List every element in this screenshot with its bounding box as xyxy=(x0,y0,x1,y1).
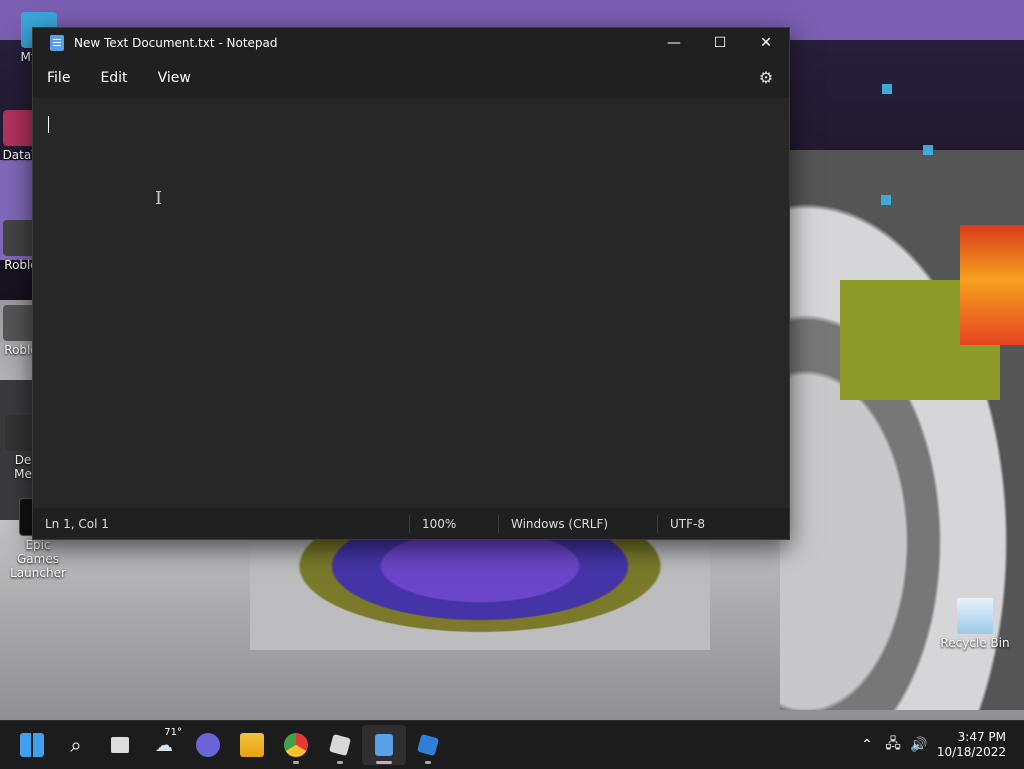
taskbar-clock[interactable]: 3:47 PM 10/18/2022 xyxy=(932,730,1024,760)
notepad-icon xyxy=(50,35,64,51)
menu-bar: File Edit View ⚙ xyxy=(33,58,789,98)
system-tray: ⌃ 🖧 🔊 3:47 PM 10/18/2022 xyxy=(854,721,1024,769)
start-button[interactable] xyxy=(10,725,54,765)
clock-time: 3:47 PM xyxy=(957,730,1006,744)
chrome-icon xyxy=(284,733,308,757)
minimize-button[interactable]: — xyxy=(651,28,697,58)
volume-icon[interactable]: 🔊 xyxy=(906,737,932,753)
weather-widget[interactable]: ☁ 71° xyxy=(142,725,186,765)
running-indicator xyxy=(337,761,343,764)
ibeam-cursor-icon: I xyxy=(155,188,163,209)
status-zoom: 100% xyxy=(422,516,457,531)
task-view-icon xyxy=(111,737,129,753)
menu-file[interactable]: File xyxy=(37,66,80,90)
recycle-bin-icon xyxy=(957,598,993,634)
gear-icon[interactable]: ⚙ xyxy=(757,69,775,87)
clock-date: 10/18/2022 xyxy=(936,745,1006,759)
network-icon[interactable]: 🖧 xyxy=(880,733,906,757)
chrome-button[interactable] xyxy=(274,725,318,765)
running-indicator xyxy=(293,761,299,764)
desktop-icon-label: Launcher xyxy=(10,566,66,580)
running-indicator xyxy=(425,761,431,764)
wallpaper-star xyxy=(882,84,892,94)
search-button[interactable]: ⌕ xyxy=(54,725,98,765)
taskbar: ⌕ ☁ 71° ⌃ 🖧 🔊 3:47 PM 10/18/2022 xyxy=(0,720,1024,769)
status-bar: Ln 1, Col 1 100% Windows (CRLF) UTF-8 xyxy=(33,508,789,539)
task-view-button[interactable] xyxy=(98,725,142,765)
chevron-up-icon[interactable]: ⌃ xyxy=(854,737,880,753)
roblox-studio-icon xyxy=(416,733,440,757)
teams-chat-button[interactable] xyxy=(186,725,230,765)
window-title: New Text Document.txt - Notepad xyxy=(74,36,278,50)
roblox-studio-button[interactable] xyxy=(406,725,450,765)
roblox-button[interactable] xyxy=(318,725,362,765)
file-explorer-button[interactable] xyxy=(230,725,274,765)
desktop-icon-recycle-bin[interactable]: Recycle Bin xyxy=(940,598,1010,650)
wallpaper-star xyxy=(923,145,933,155)
teams-chat-icon xyxy=(196,733,220,757)
notepad-taskbar-button[interactable] xyxy=(362,725,406,765)
wallpaper-shape xyxy=(960,225,1024,345)
notepad-icon xyxy=(375,734,393,756)
weather-temperature: 71° xyxy=(164,727,182,738)
text-editor[interactable]: I xyxy=(33,98,789,508)
menu-view[interactable]: View xyxy=(148,66,201,90)
notepad-window[interactable]: New Text Document.txt - Notepad — ☐ ✕ Fi… xyxy=(32,27,790,540)
active-indicator xyxy=(376,761,392,764)
maximize-button[interactable]: ☐ xyxy=(697,28,743,58)
search-icon: ⌕ xyxy=(70,733,82,757)
roblox-icon xyxy=(328,733,352,757)
desktop-icon-label: Me xyxy=(14,467,32,481)
wallpaper-shape xyxy=(250,530,710,650)
text-caret xyxy=(48,116,49,133)
status-encoding: UTF-8 xyxy=(670,516,705,531)
wallpaper-star xyxy=(881,195,891,205)
desktop-icon-label: De xyxy=(14,453,32,467)
start-icon xyxy=(20,733,44,757)
title-bar[interactable]: New Text Document.txt - Notepad — ☐ ✕ xyxy=(33,28,789,58)
file-explorer-icon xyxy=(240,733,264,757)
close-button[interactable]: ✕ xyxy=(743,28,789,58)
status-position: Ln 1, Col 1 xyxy=(45,516,109,531)
status-line-ending: Windows (CRLF) xyxy=(511,516,609,531)
menu-edit[interactable]: Edit xyxy=(90,66,137,90)
desktop-icon-label: Epic Games xyxy=(17,538,59,566)
desktop-icon-label: Recycle Bin xyxy=(940,636,1010,650)
